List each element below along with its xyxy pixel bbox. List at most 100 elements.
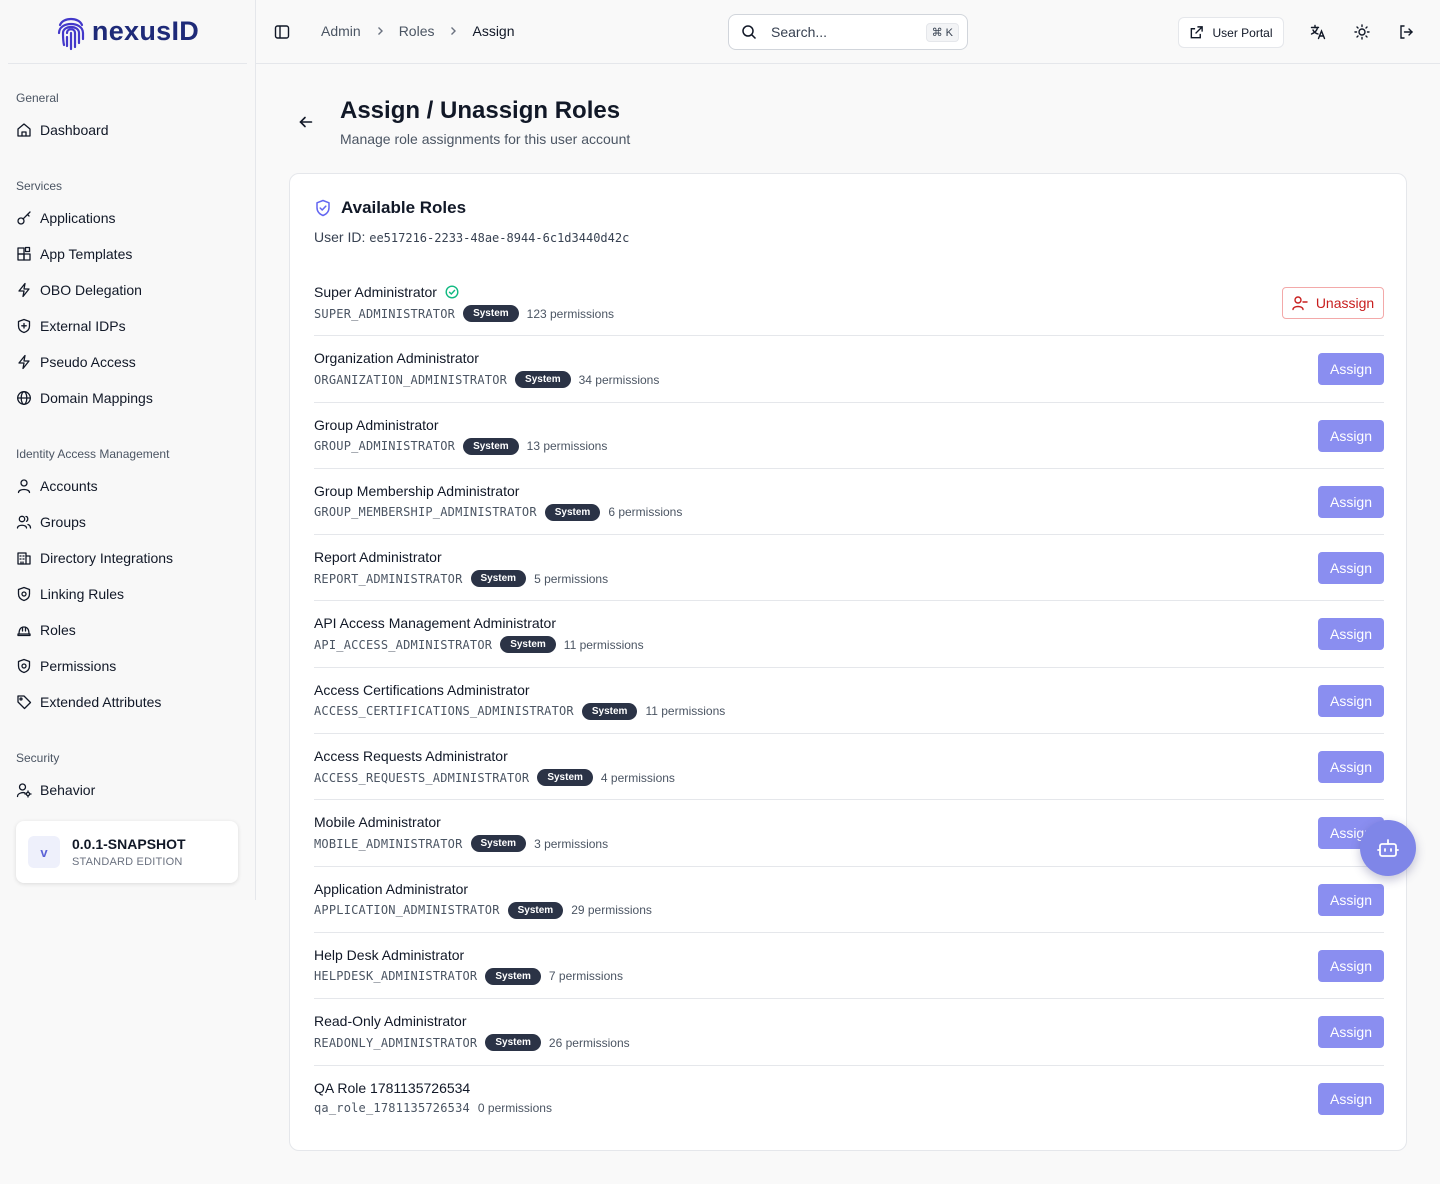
role-meta: ORGANIZATION_ADMINISTRATOR System 34 permi…: [314, 371, 659, 389]
role-row: Report Administrator REPORT_ADMINISTRATOR…: [314, 535, 1384, 602]
sidebar-item-groups[interactable]: Groups: [0, 504, 255, 540]
assign-button[interactable]: Assign: [1318, 353, 1384, 386]
role-name: API Access Management Administrator: [314, 615, 556, 632]
sidebar-item-label: App Templates: [40, 246, 133, 262]
role-meta: APPLICATION_ADMINISTRATOR System 29 permis…: [314, 901, 652, 919]
sidebar-item-dashboard[interactable]: Dashboard: [0, 112, 255, 148]
assign-button[interactable]: Assign: [1318, 1016, 1384, 1049]
role-name-wrap: Read-Only Administrator: [314, 1013, 467, 1029]
role-row: QA Role 1781135726534 qa_role_17811357265…: [314, 1066, 1384, 1132]
role-code: REPORT_ADMINISTRATOR: [314, 571, 463, 586]
back-arrow-icon[interactable]: [298, 114, 314, 130]
permission-count: 4 permissions: [600, 770, 675, 785]
shield-cog-icon: [17, 586, 31, 602]
system-badge: System: [507, 901, 564, 919]
sidebar-item-behavior[interactable]: Behavior: [0, 772, 255, 808]
breadcrumb-roles[interactable]: Roles: [399, 23, 435, 39]
card-title: Available Roles: [314, 198, 466, 218]
assign-button[interactable]: Assign: [1318, 1082, 1384, 1115]
sidebar-item-label: Domain Mappings: [40, 390, 153, 406]
sidebar-item-accounts[interactable]: Accounts: [0, 468, 255, 504]
unassign-button[interactable]: Unassign: [1282, 287, 1384, 319]
assign-button[interactable]: Assign: [1318, 552, 1384, 585]
role-name: Report Administrator: [314, 549, 442, 566]
sidebar-item-pseudo-access[interactable]: Pseudo Access: [0, 344, 255, 380]
role-row: Group Membership Administrator GROUP_MEMB…: [314, 469, 1384, 536]
role-name-wrap: Access Certifications Administrator: [314, 682, 530, 698]
chevron-right-icon: [377, 27, 383, 35]
sidebar-item-linking-rules[interactable]: Linking Rules: [0, 576, 255, 612]
permission-count: 29 permissions: [571, 903, 652, 918]
user-portal-label: User Portal: [1212, 25, 1273, 40]
chevron-right-icon: [451, 27, 457, 35]
permission-count: 13 permissions: [526, 439, 608, 454]
role-code: MOBILE_ADMINISTRATOR: [314, 836, 463, 851]
user-id: User ID: ee517216-2233-48ae-8944-6c1d344…: [314, 229, 629, 245]
brand-name: nexusID: [91, 16, 200, 46]
assign-button[interactable]: Assign: [1318, 419, 1384, 452]
role-code: ACCESS_CERTIFICATIONS_ADMINISTRATOR: [314, 704, 574, 719]
sidebar-item-extended-attributes[interactable]: Extended Attributes: [0, 684, 255, 720]
role-row: Access Requests Administrator ACCESS_REQU…: [314, 734, 1384, 801]
system-badge: System: [544, 503, 601, 521]
role-code: ACCESS_REQUESTS_ADMINISTRATOR: [314, 770, 530, 785]
available-roles-card: Available Roles User ID: ee517216-2233-4…: [289, 173, 1407, 1151]
translate-icon[interactable]: [1310, 24, 1326, 40]
sidebar-item-domain-mappings[interactable]: Domain Mappings: [0, 380, 255, 416]
sidebar-item-permissions[interactable]: Permissions: [0, 648, 255, 684]
assign-button[interactable]: Assign: [1318, 751, 1384, 784]
blocks-icon: [17, 246, 31, 261]
role-name-wrap: Access Requests Administrator: [314, 748, 508, 764]
assign-button[interactable]: Assign: [1318, 949, 1384, 982]
shield-check-icon: [316, 199, 330, 217]
assistant-button[interactable]: [1360, 820, 1416, 876]
assign-button[interactable]: Assign: [1318, 485, 1384, 518]
version-card[interactable]: v 0.0.1-SNAPSHOT STANDARD EDITION: [16, 821, 238, 883]
bot-icon: [1377, 839, 1399, 857]
assign-button[interactable]: Assign: [1318, 618, 1384, 651]
card-title-text: Available Roles: [341, 198, 467, 217]
assign-button[interactable]: Assign: [1318, 684, 1384, 717]
breadcrumb: Admin Roles Assign: [321, 23, 515, 39]
search-input[interactable]: Search... ⌘ K: [728, 14, 968, 50]
user-portal-button[interactable]: User Portal: [1178, 17, 1284, 48]
role-meta: API_ACCESS_ADMINISTRATOR System 11 permiss…: [314, 636, 644, 654]
sidebar-item-directory-integrations[interactable]: Directory Integrations: [0, 540, 255, 576]
system-badge: System: [581, 702, 638, 720]
sidebar-item-label: OBO Delegation: [40, 282, 142, 298]
sidebar-item-app-templates[interactable]: App Templates: [0, 236, 255, 272]
role-name-wrap: Organization Administrator: [314, 350, 479, 366]
role-name: QA Role 1781135726534: [314, 1079, 471, 1096]
role-name: Read-Only Administrator: [314, 1013, 467, 1030]
role-name-wrap: Group Administrator: [314, 417, 439, 433]
role-meta: MOBILE_ADMINISTRATOR System 3 permissions: [314, 835, 608, 853]
logout-icon[interactable]: [1398, 24, 1414, 40]
users-icon: [16, 515, 32, 529]
sun-icon[interactable]: [1354, 24, 1370, 40]
breadcrumb-admin[interactable]: Admin: [321, 23, 361, 39]
role-meta: HELPDESK_ADMINISTRATOR System 7 permission…: [314, 967, 623, 985]
external-link-icon: [1191, 26, 1204, 39]
role-code: GROUP_ADMINISTRATOR: [314, 439, 456, 454]
sidebar-item-roles[interactable]: Roles: [0, 612, 255, 648]
user-cog-icon: [16, 783, 32, 798]
sidebar-item-external-idps[interactable]: External IDPs: [0, 308, 255, 344]
sidebar-item-applications[interactable]: Applications: [0, 200, 255, 236]
shield-plus-icon: [17, 318, 31, 334]
sidebar-item-obo-delegation[interactable]: OBO Delegation: [0, 272, 255, 308]
sidebar-item-label: Roles: [40, 622, 76, 638]
role-name-wrap: API Access Management Administrator: [314, 615, 556, 631]
logo[interactable]: nexusID: [8, 0, 247, 64]
permission-count: 6 permissions: [608, 505, 683, 520]
role-row: Organization Administrator ORGANIZATION_A…: [314, 336, 1384, 403]
role-name: Application Administrator: [314, 880, 469, 897]
role-code: ORGANIZATION_ADMINISTRATOR: [314, 372, 508, 387]
role-meta: ACCESS_CERTIFICATIONS_ADMINISTRATOR Syste…: [314, 702, 725, 720]
assign-button[interactable]: Assign: [1318, 883, 1384, 916]
zap-icon: [18, 354, 30, 370]
role-name-wrap: Help Desk Administrator: [314, 947, 464, 963]
role-code: HELPDESK_ADMINISTRATOR: [314, 969, 478, 984]
system-badge: System: [500, 636, 556, 654]
sidebar-toggle-icon[interactable]: [274, 24, 290, 40]
role-meta: READONLY_ADMINISTRATOR System 26 permissio…: [314, 1034, 630, 1052]
